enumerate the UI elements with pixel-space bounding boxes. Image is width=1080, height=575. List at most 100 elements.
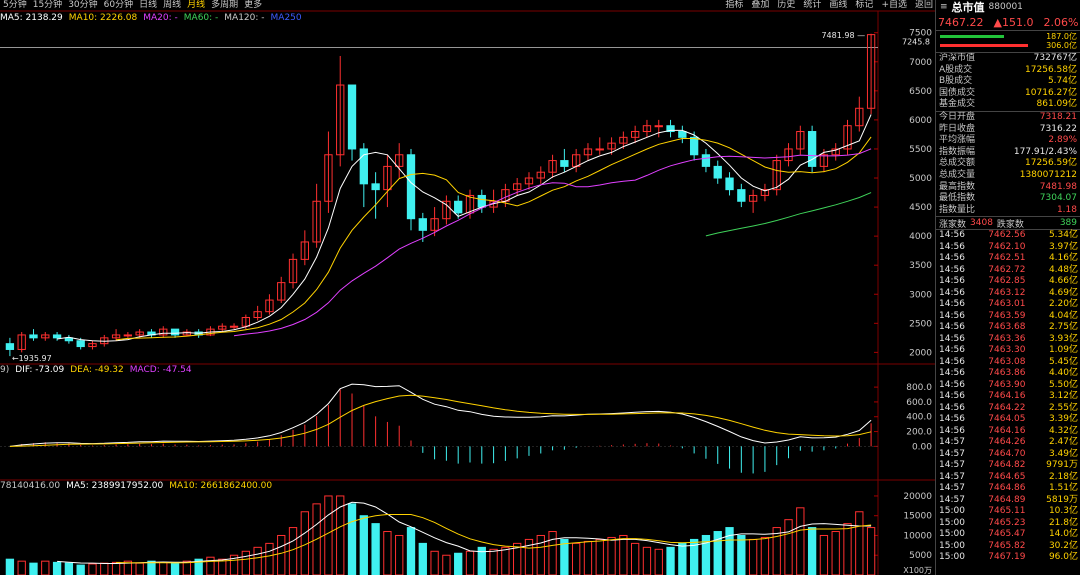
tick-price: 7463.12: [988, 287, 1026, 298]
index-stat-label: 总成交额: [939, 158, 976, 169]
price-change: ▲151.0: [993, 15, 1034, 29]
tick-volume: 5.50亿: [1048, 379, 1078, 390]
market-stat-label: 基金成交: [939, 99, 976, 110]
tick-row: 14:56 7462.72 4.48亿: [936, 265, 1080, 277]
volume-bar: [536, 534, 545, 575]
volume-bar: [595, 538, 604, 575]
volume-bar: [17, 560, 26, 575]
tick-volume: 30.2亿: [1048, 540, 1078, 551]
tick-row: 14:56 7463.59 4.04亿: [936, 311, 1080, 323]
tick-time: 14:56: [939, 253, 965, 264]
market-stats: 沪深市值 732767亿 A股成交 17256.58亿 B股成交 5.74亿 国债成交 107…: [936, 53, 1080, 112]
tick-volume: 2.75亿: [1048, 322, 1078, 333]
volume-bar: [560, 538, 569, 575]
tick-time: 15:00: [939, 529, 965, 540]
price-axis-label: 4500: [909, 203, 932, 213]
market-stat-row: A股成交 17256.58亿: [936, 65, 1080, 77]
volume-bar: [241, 550, 251, 575]
tick-row: 14:56 7463.01 2.20亿: [936, 299, 1080, 311]
volume-bar: [383, 531, 392, 575]
low-price-label: ←1935.97: [12, 354, 52, 363]
last-price: 7467.22: [938, 15, 984, 29]
market-stat-value: 5.74亿: [1047, 76, 1077, 87]
volume-bar: [465, 550, 475, 575]
index-stat-row: 平均涨幅 2.89%: [936, 135, 1080, 147]
advance-decline-row: 涨家数 3408 跌家数 389: [936, 217, 1080, 231]
tick-row: 14:57 7464.70 3.49亿: [936, 449, 1080, 461]
tick-volume: 14.0亿: [1048, 529, 1078, 540]
index-stat-label: 总成交量: [939, 169, 976, 180]
price-axis-label: 5500: [909, 145, 932, 155]
tick-price: 7463.36: [988, 333, 1026, 344]
index-stat-label: 最高指数: [939, 181, 976, 192]
tick-price: 7464.86: [988, 483, 1026, 494]
volume-bar: [100, 562, 109, 575]
tick-time: 14:56: [939, 368, 965, 379]
tick-row: 14:56 7462.51 4.16亿: [936, 253, 1080, 265]
tick-row: 14:56 7464.16 3.12亿: [936, 391, 1080, 403]
kline-chart[interactable]: 7500700065006000550050004500400035003000…: [0, 0, 935, 575]
index-stat-row: 最高指数 7481.98: [936, 182, 1080, 194]
market-stat-label: B股成交: [939, 76, 973, 87]
tick-volume: 4.48亿: [1048, 264, 1078, 275]
volume-bar: [52, 561, 62, 575]
tick-time: 14:56: [939, 322, 965, 333]
candle-body: [52, 334, 62, 339]
tick-row: 14:57 7464.65 2.18亿: [936, 472, 1080, 484]
buy-flow-bar: [940, 35, 1004, 38]
market-stat-value: 732767亿: [1033, 53, 1077, 63]
candle-body: [76, 340, 85, 348]
volume-bar: [737, 534, 746, 575]
tick-price: 7463.01: [988, 299, 1026, 310]
tick-row: 15:00 7465.11 10.3亿: [936, 506, 1080, 518]
tick-row: 14:56 7463.30 1.09亿: [936, 345, 1080, 357]
tick-price: 7464.16: [988, 391, 1026, 402]
candle-body: [560, 160, 569, 167]
tick-time: 14:56: [939, 310, 965, 321]
price-axis-label: 6000: [909, 116, 932, 126]
decline-count: 389: [1059, 218, 1077, 229]
tick-volume: 4.69亿: [1048, 287, 1078, 298]
tick-price: 7462.56: [988, 230, 1026, 241]
flow-bars: 187.0亿 306.0亿: [936, 31, 1080, 53]
volume-bar: [288, 527, 298, 575]
market-stat-row: 基金成交 861.09亿: [936, 99, 1080, 111]
tick-price: 7465.82: [988, 540, 1026, 551]
tick-row: 14:56 7463.90 5.50亿: [936, 380, 1080, 392]
tick-price: 7463.90: [988, 379, 1026, 390]
candle-body: [689, 136, 699, 156]
tick-price: 7464.05: [988, 414, 1026, 425]
symbol-header: ≡ 总市值 880001: [936, 0, 1080, 14]
symbol-name: 总市值: [951, 1, 985, 14]
tick-time: 14:57: [939, 448, 965, 459]
index-stat-label: 昨日收盘: [939, 123, 976, 134]
tick-price: 7464.16: [988, 425, 1026, 436]
symbol-code: 880001: [988, 2, 1023, 12]
index-stat-value: 7481.98: [1039, 181, 1077, 192]
volume-bar: [501, 546, 510, 575]
market-stat-value: 861.09亿: [1036, 99, 1078, 110]
tick-time: 14:56: [939, 287, 965, 298]
index-stat-row: 指数量比 1.18: [936, 205, 1080, 217]
volume-bar: [170, 562, 180, 575]
volume-ma10-line: [116, 514, 872, 564]
tick-list[interactable]: 14:56 7462.56 5.34亿 14:56 7462.10 3.97亿 14:56 7…: [936, 230, 1080, 564]
volume-bar: [135, 562, 144, 575]
tick-time: 14:56: [939, 299, 965, 310]
tick-price: 7464.82: [988, 460, 1026, 471]
tick-time: 14:56: [939, 230, 965, 241]
price-axis-label: 3500: [909, 261, 932, 271]
tick-price: 7464.65: [988, 471, 1026, 482]
quote-row: 7467.22 ▲151.0 2.06%: [936, 14, 1080, 31]
index-stat-label: 平均涨幅: [939, 135, 976, 146]
volume-bar: [678, 542, 687, 575]
price-axis-label: 5000: [909, 174, 932, 184]
candle-body: [5, 343, 15, 350]
macd-axis-label: 0.00: [912, 442, 932, 452]
menu-icon[interactable]: ≡: [940, 2, 948, 12]
volume-axis-label: 10000: [903, 531, 932, 541]
volume-unit-label: X100万: [903, 566, 932, 575]
tick-row: 14:56 7464.16 4.32亿: [936, 426, 1080, 438]
volume-axis-label: 20000: [903, 492, 932, 502]
tick-time: 14:56: [939, 345, 965, 356]
